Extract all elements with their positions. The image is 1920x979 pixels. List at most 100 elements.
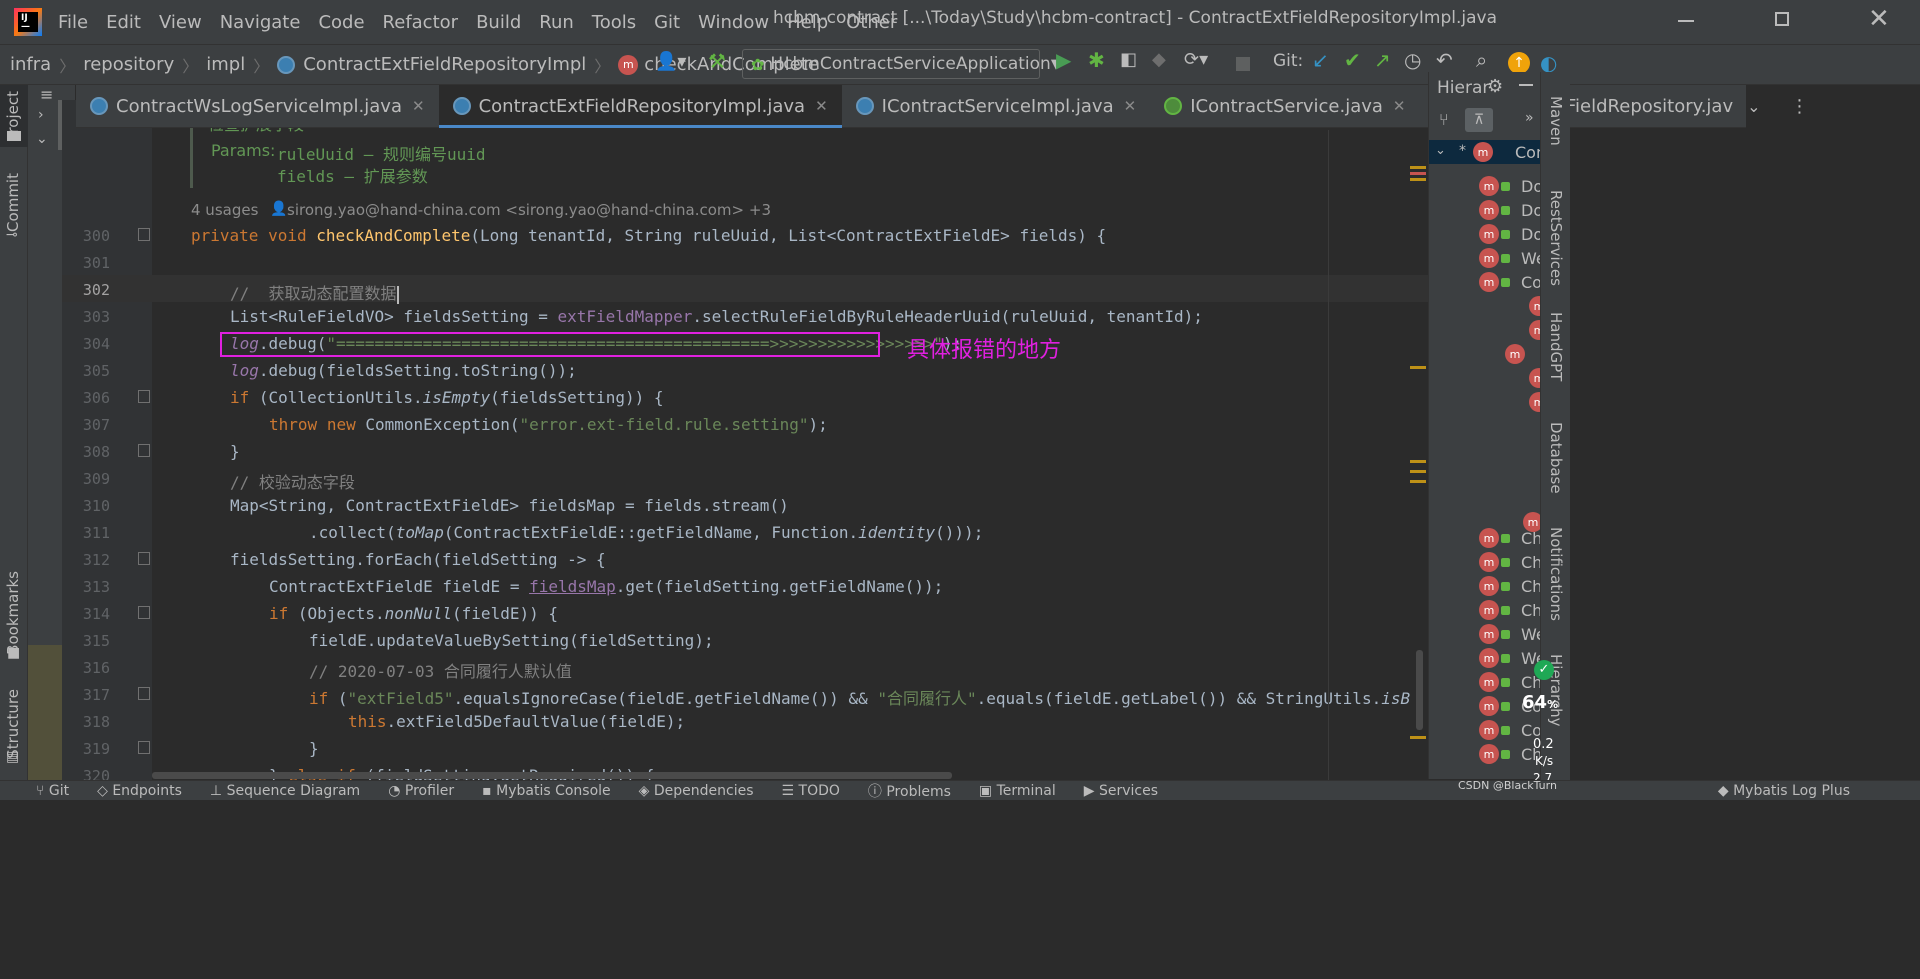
- stop-icon[interactable]: [1236, 57, 1250, 71]
- supertypes-icon[interactable]: ⊼: [1465, 108, 1493, 132]
- close-window-button[interactable]: ✕: [1868, 4, 1890, 34]
- horizontal-scrollbar[interactable]: [152, 772, 952, 779]
- breadcrumb-infra[interactable]: infra: [10, 54, 51, 75]
- git-commit-icon[interactable]: ✔: [1344, 48, 1361, 72]
- rollback-icon[interactable]: ↶: [1436, 48, 1453, 72]
- title-bar: IJ — File Edit View Navigate Code Refacto…: [0, 0, 1920, 44]
- method-icon: m: [1479, 576, 1499, 596]
- close-icon[interactable]: ✕: [1393, 97, 1406, 115]
- debug-icon[interactable]: ✱: [1088, 48, 1105, 72]
- tab-contractwslogserviceimpl[interactable]: ContractWsLogServiceImpl.java ✕: [76, 85, 439, 128]
- fold-icon[interactable]: [138, 444, 150, 457]
- user-icon[interactable]: 👤▾: [655, 51, 686, 72]
- maven-tool-button[interactable]: Maven: [1547, 96, 1565, 146]
- attach-icon[interactable]: ⟳▾: [1184, 49, 1208, 70]
- fold-icon[interactable]: [138, 390, 150, 403]
- menu-file[interactable]: File: [58, 12, 88, 33]
- search-icon[interactable]: ⌕: [1476, 48, 1487, 72]
- tab-icontractservice[interactable]: IContractService.java ✕: [1150, 85, 1419, 128]
- line-number: 319: [82, 740, 110, 758]
- breadcrumb-impl[interactable]: impl: [206, 54, 245, 75]
- status-profiler[interactable]: ◔ Profiler: [388, 783, 454, 799]
- more-icon[interactable]: »: [1525, 110, 1534, 126]
- minimize-button[interactable]: [1678, 20, 1694, 22]
- database-tool-button[interactable]: Database: [1547, 422, 1565, 494]
- chevron-right-icon[interactable]: ›: [38, 107, 44, 123]
- menu-git[interactable]: Git: [654, 12, 680, 33]
- restservices-tool-button[interactable]: RestServices: [1547, 190, 1565, 286]
- git-push-icon[interactable]: ↗: [1374, 48, 1391, 72]
- chevron-down-icon[interactable]: ⌄: [36, 131, 48, 147]
- menu-view[interactable]: View: [159, 12, 202, 33]
- close-icon[interactable]: ✕: [412, 97, 425, 115]
- build-hammer-icon[interactable]: ⚒: [708, 49, 726, 73]
- menu-window[interactable]: Window: [698, 12, 769, 33]
- bookmarks-tool-button[interactable]: Bookmarks: [4, 571, 22, 655]
- tab-contractextfieldrepositoryimpl[interactable]: ContractExtFieldRepositoryImpl.java ✕: [438, 84, 842, 128]
- more-options-icon[interactable]: ⋮: [1791, 96, 1809, 117]
- status-mybatis-console[interactable]: ▪ Mybatis Console: [482, 783, 610, 799]
- hierarchy-item[interactable]: Co: [1521, 273, 1542, 292]
- close-icon[interactable]: ✕: [1124, 97, 1137, 115]
- commit-tool-button[interactable]: Commit: [4, 173, 22, 232]
- chevron-down-icon[interactable]: ⌄: [1747, 97, 1760, 116]
- menu-code[interactable]: Code: [318, 12, 364, 33]
- unlock-icon: [1501, 278, 1510, 287]
- status-services[interactable]: ▶ Services: [1084, 783, 1158, 799]
- coverage-icon[interactable]: ◧: [1120, 49, 1137, 70]
- line-number: 307: [82, 416, 110, 434]
- status-todo[interactable]: ☰ TODO: [782, 783, 840, 799]
- breadcrumb-repository[interactable]: repository: [83, 54, 174, 75]
- menu-build[interactable]: Build: [476, 12, 521, 33]
- method-icon: m: [1479, 720, 1499, 740]
- line-gutter: 300 301 302 303 304 305 306 307 308 309 …: [62, 100, 174, 785]
- line-number: 306: [82, 389, 110, 407]
- menu-run[interactable]: Run: [539, 12, 574, 33]
- code-line-317: if ("extField5".equalsIgnoreCase(fieldE.…: [309, 689, 1411, 708]
- restore-button[interactable]: [1775, 12, 1789, 26]
- minimize-panel-icon[interactable]: [1519, 84, 1533, 86]
- gear-icon[interactable]: ⚙: [1487, 76, 1503, 97]
- close-icon[interactable]: ✕: [815, 97, 828, 115]
- update-icon[interactable]: ↑: [1508, 52, 1530, 74]
- star-icon: *: [1459, 143, 1466, 159]
- run-config-selector[interactable]: ✿ HcbmContractServiceApplication ▼: [742, 49, 1061, 79]
- status-dependencies[interactable]: ◈ Dependencies: [639, 783, 754, 799]
- fold-icon[interactable]: [138, 606, 150, 619]
- menu-refactor[interactable]: Refactor: [383, 12, 459, 33]
- fold-icon[interactable]: [138, 741, 150, 754]
- fold-icon[interactable]: [138, 687, 150, 700]
- commit-icon: ⊸: [6, 227, 18, 243]
- menu-lines-icon[interactable]: ≡: [40, 85, 53, 104]
- menu-navigate[interactable]: Navigate: [220, 12, 301, 33]
- tab-icontractserviceimpl[interactable]: IContractServiceImpl.java ✕: [842, 85, 1151, 128]
- status-problems[interactable]: ⓘ Problems: [868, 781, 951, 800]
- status-endpoints[interactable]: ◇ Endpoints: [97, 783, 182, 799]
- memory-indicator[interactable]: 64%: [1522, 692, 1558, 713]
- vertical-scrollbar[interactable]: [1416, 650, 1423, 730]
- history-icon[interactable]: ◷: [1404, 48, 1421, 72]
- status-terminal[interactable]: ▣ Terminal: [979, 783, 1056, 799]
- method-icon: m: [1479, 600, 1499, 620]
- run-icon[interactable]: ▶: [1056, 48, 1071, 72]
- status-mybatis-log[interactable]: ◆ Mybatis Log Plus: [1718, 783, 1850, 799]
- handgpt-tool-button[interactable]: HandGPT: [1547, 312, 1565, 381]
- code-editor[interactable]: 检查扩展字段 Params: ruleUuid – 规则编号uuid field…: [152, 100, 1428, 780]
- unlock-icon: [1501, 678, 1510, 687]
- menu-edit[interactable]: Edit: [106, 12, 141, 33]
- subtypes-icon[interactable]: ⑂: [1439, 110, 1449, 129]
- code-line-311: .collect(toMap(ContractExtFieldE::getFie…: [309, 523, 984, 542]
- status-sequence-diagram[interactable]: ⊥ Sequence Diagram: [210, 783, 360, 799]
- status-git[interactable]: ⑂ Git: [36, 783, 69, 799]
- git-update-icon[interactable]: ↙: [1312, 48, 1329, 72]
- method-icon: m: [1479, 552, 1499, 572]
- breadcrumb-class[interactable]: ContractExtFieldRepositoryImpl: [303, 54, 586, 75]
- fold-icon[interactable]: [138, 552, 150, 565]
- profiler-icon[interactable]: ◆: [1152, 49, 1166, 70]
- fold-icon[interactable]: [138, 228, 150, 241]
- menu-tools[interactable]: Tools: [592, 12, 636, 33]
- line-number: 300: [82, 227, 110, 245]
- usages-hint[interactable]: 4 usages: [191, 201, 258, 219]
- author-hint[interactable]: sirong.yao@hand-china.com <sirong.yao@ha…: [287, 201, 771, 219]
- notifications-tool-button[interactable]: Notifications: [1547, 527, 1565, 621]
